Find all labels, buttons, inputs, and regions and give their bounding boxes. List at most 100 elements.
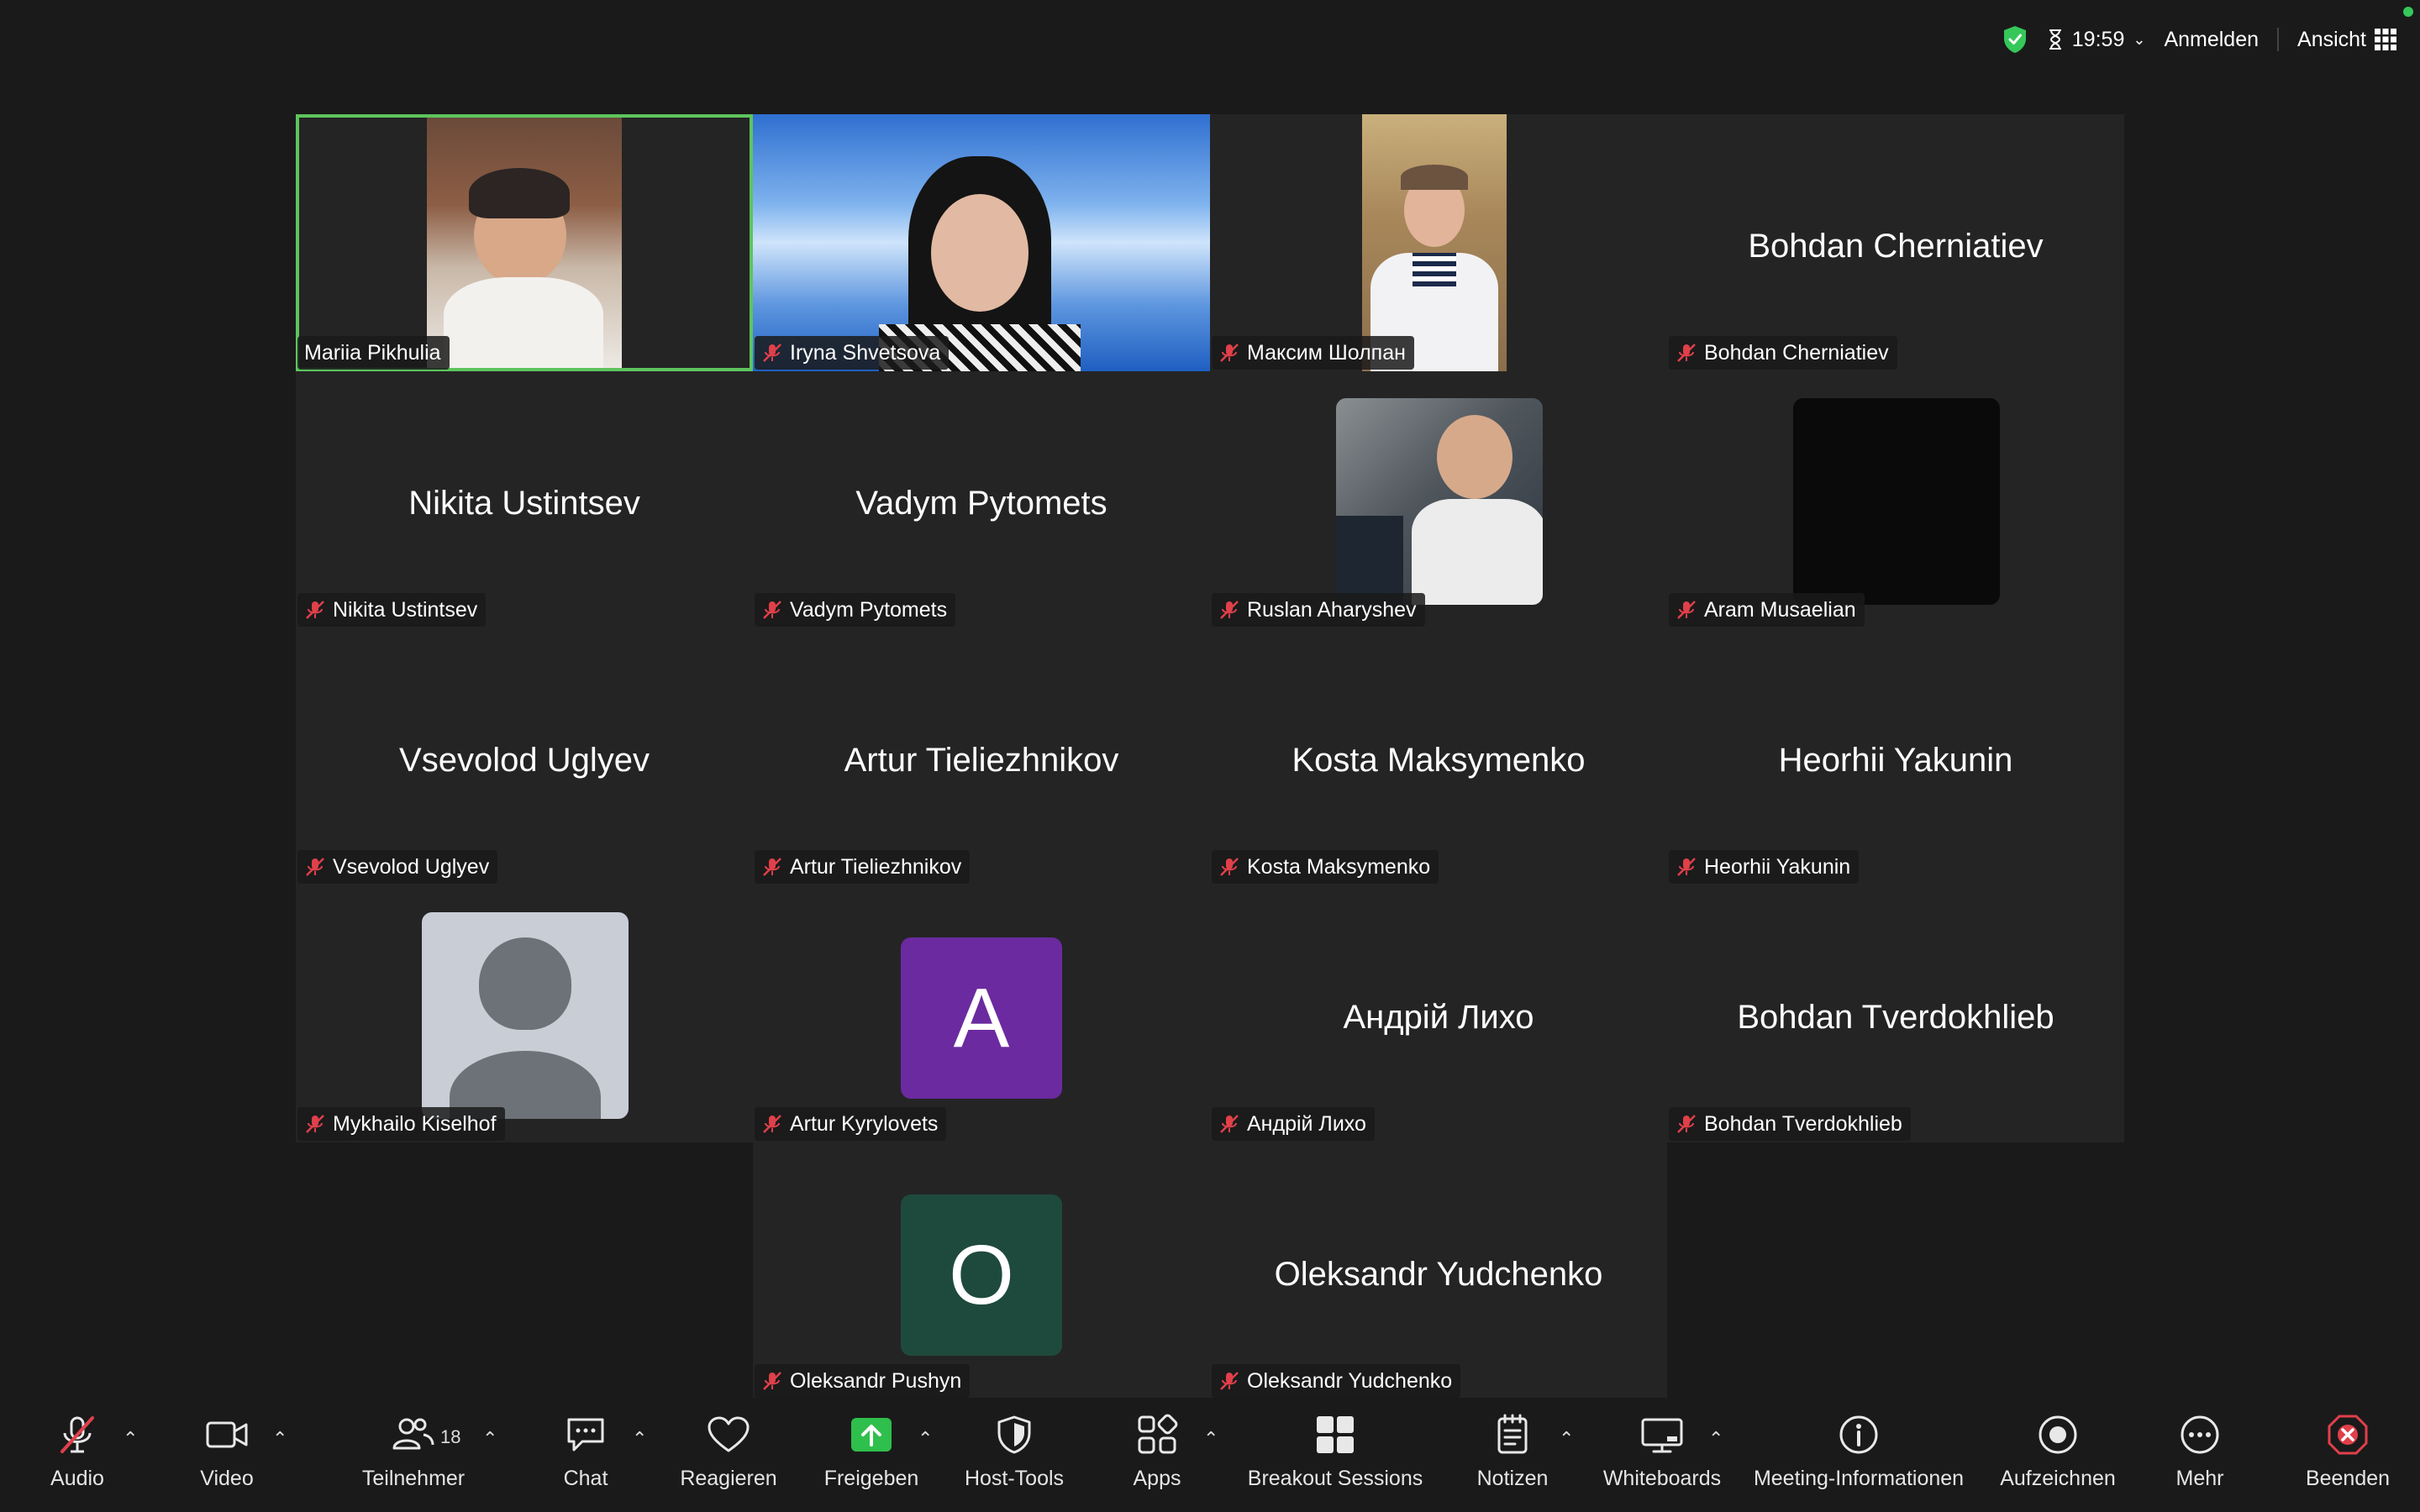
audio-label: Audio <box>50 1467 104 1490</box>
breakout-sessions-button[interactable]: Breakout Sessions <box>1248 1411 1423 1491</box>
top-bar: 19:59 ⌄ Anmelden Ansicht <box>2002 20 2396 59</box>
video-label: Video <box>200 1467 254 1490</box>
participant-name: Bohdan Tverdokhlieb <box>1704 1111 1902 1136</box>
participant-video <box>1793 398 2000 605</box>
apps-button[interactable]: Apps <box>1081 1411 1233 1491</box>
host-tools-button[interactable]: Host-Tools <box>939 1411 1090 1491</box>
participant-tile[interactable]: Iryna Shvetsova <box>753 114 1210 371</box>
participant-name: Vadym Pytomets <box>790 597 948 622</box>
participant-tile[interactable]: Aram Musaelian <box>1667 371 2124 628</box>
participant-tile[interactable]: Максим Шолпан <box>1210 114 1667 371</box>
participant-nametag: Vadym Pytomets <box>755 593 956 627</box>
participant-nametag: Mykhailo Kiselhof <box>297 1107 505 1141</box>
notes-label: Notizen <box>1476 1467 1549 1490</box>
participant-tile[interactable]: O Oleksandr Pushyn <box>753 1142 1210 1399</box>
participant-tile[interactable]: Heorhii Yakunin Heorhii Yakunin <box>1667 628 2124 885</box>
more-button[interactable]: Mehr <box>2124 1411 2275 1491</box>
video-button[interactable]: Video <box>151 1411 302 1491</box>
mic-muted-icon <box>1677 858 1696 876</box>
participant-display-name: Artur Tieliezhnikov <box>844 742 1119 779</box>
participant-display-name: Bohdan Tverdokhlieb <box>1737 999 2054 1036</box>
participant-nametag: Aram Musaelian <box>1669 593 1865 627</box>
shield-icon <box>991 1411 1038 1458</box>
view-button[interactable]: Ansicht <box>2297 28 2396 52</box>
whiteboards-label: Whiteboards <box>1602 1467 1722 1490</box>
participant-display-name: Vadym Pytomets <box>855 485 1107 522</box>
mic-muted-icon <box>763 344 781 362</box>
whiteboards-options-caret[interactable]: ⌃ <box>1708 1428 1723 1450</box>
participant-nametag: Максим Шолпан <box>1212 336 1414 370</box>
participant-tile[interactable]: A Artur Kyrylovets <box>753 885 1210 1142</box>
participant-display-name: Vsevolod Uglyev <box>399 742 650 779</box>
notes-options-caret[interactable]: ⌃ <box>1559 1428 1574 1450</box>
record-label: Aufzeichnen <box>2000 1467 2116 1490</box>
participant-nametag: Bohdan Tverdokhlieb <box>1669 1107 1911 1141</box>
participant-nametag: Nikita Ustintsev <box>297 593 487 627</box>
mic-muted-icon <box>54 1411 101 1458</box>
video-camera-icon <box>203 1411 250 1458</box>
participant-name: Mykhailo Kiselhof <box>333 1111 497 1136</box>
participant-tile[interactable]: Vadym Pytomets Vadym Pytomets <box>753 371 1210 628</box>
participant-tile[interactable]: Artur Tieliezhnikov Artur Tieliezhnikov <box>753 628 1210 885</box>
mic-muted-icon <box>763 858 781 876</box>
participants-button[interactable]: Teilnehmer <box>338 1411 489 1491</box>
record-button[interactable]: Aufzeichnen <box>1982 1411 2133 1491</box>
participant-display-name: Bohdan Cherniatiev <box>1748 228 2044 265</box>
participant-tile[interactable]: Bohdan Tverdokhlieb Bohdan Tverdokhlieb <box>1667 885 2124 1142</box>
participant-tile[interactable]: Ruslan Aharyshev <box>1210 371 1667 628</box>
mic-muted-icon <box>1677 601 1696 619</box>
participant-tile[interactable]: Андрій Лихо Андрій Лихо <box>1210 885 1667 1142</box>
meeting-timer[interactable]: 19:59 ⌄ <box>2047 27 2145 52</box>
audio-button[interactable]: Audio <box>2 1411 153 1491</box>
participant-video <box>427 118 622 368</box>
mic-muted-icon <box>763 1115 781 1133</box>
video-options-caret[interactable]: ⌃ <box>272 1428 287 1450</box>
mic-muted-icon <box>306 1115 324 1133</box>
participant-tile[interactable]: Oleksandr Yudchenko Oleksandr Yudchenko <box>1210 1142 1667 1399</box>
mic-muted-icon <box>1220 601 1239 619</box>
signin-button[interactable]: Anmelden <box>2164 28 2259 52</box>
participant-display-name: Oleksandr Yudchenko <box>1274 1256 1603 1293</box>
participant-video <box>1336 398 1543 605</box>
participant-nametag: Андрій Лихо <box>1212 1107 1375 1141</box>
breakout-grid-icon <box>1312 1411 1359 1458</box>
react-label: Reagieren <box>680 1467 777 1490</box>
notes-icon <box>1489 1411 1536 1458</box>
chat-label: Chat <box>563 1467 608 1490</box>
participant-name: Heorhii Yakunin <box>1704 854 1851 879</box>
status-dot <box>2403 7 2413 17</box>
apps-options-caret[interactable]: ⌃ <box>1203 1428 1218 1450</box>
chat-button[interactable]: Chat <box>510 1411 661 1491</box>
participant-name: Vsevolod Uglyev <box>333 854 490 879</box>
encryption-indicator[interactable] <box>2002 24 2028 55</box>
participant-name: Artur Kyrylovets <box>790 1111 939 1136</box>
meeting-info-button[interactable]: Meeting-Informationen <box>1754 1411 1964 1491</box>
participant-tile[interactable]: Mariia Pikhulia <box>296 114 753 371</box>
mic-muted-icon <box>763 601 781 619</box>
audio-options-caret[interactable]: ⌃ <box>123 1428 138 1450</box>
share-label: Freigeben <box>823 1467 919 1490</box>
react-button[interactable]: Reagieren <box>653 1411 804 1491</box>
participant-tile[interactable]: Kosta Maksymenko Kosta Maksymenko <box>1210 628 1667 885</box>
participants-options-caret[interactable]: ⌃ <box>482 1428 497 1450</box>
timer-text: 19:59 <box>2071 27 2125 51</box>
participant-tile[interactable]: Mykhailo Kiselhof <box>296 885 753 1142</box>
participant-name: Oleksandr Pushyn <box>790 1368 962 1393</box>
apps-label: Apps <box>1133 1467 1181 1490</box>
chat-options-caret[interactable]: ⌃ <box>632 1428 647 1450</box>
share-button[interactable]: Freigeben <box>796 1411 947 1491</box>
share-options-caret[interactable]: ⌃ <box>918 1428 933 1450</box>
mic-muted-icon <box>1220 1115 1239 1133</box>
participant-tile[interactable]: Vsevolod Uglyev Vsevolod Uglyev <box>296 628 753 885</box>
participant-tile[interactable]: Nikita Ustintsev Nikita Ustintsev <box>296 371 753 628</box>
participant-tile[interactable]: Bohdan Cherniatiev Bohdan Cherniatiev <box>1667 114 2124 371</box>
end-meeting-button[interactable]: Beenden <box>2272 1411 2420 1491</box>
whiteboards-button[interactable]: Whiteboards <box>1586 1411 1738 1491</box>
notes-button[interactable]: Notizen <box>1437 1411 1588 1491</box>
more-dots-icon <box>2176 1411 2223 1458</box>
more-label: Mehr <box>2175 1467 2224 1490</box>
default-avatar <box>422 912 629 1119</box>
participant-nametag: Bohdan Cherniatiev <box>1669 336 1897 370</box>
participant-display-name: Heorhii Yakunin <box>1778 742 2013 779</box>
participant-display-name: Андрій Лихо <box>1343 999 1534 1036</box>
